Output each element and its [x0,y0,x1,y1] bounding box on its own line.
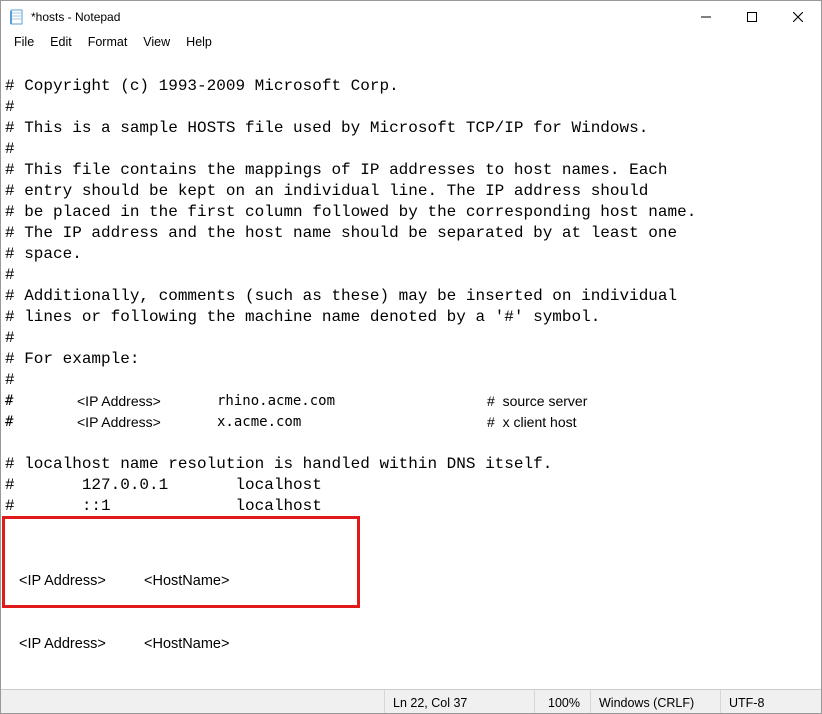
menu-help[interactable]: Help [179,34,219,51]
close-button[interactable] [775,1,821,33]
maximize-button[interactable] [729,1,775,33]
status-line-ending: Windows (CRLF) [591,690,721,713]
ip-placeholder: <IP Address> [19,571,144,592]
ip-placeholder: <IP Address> [19,634,144,655]
host-placeholder: <HostName> [144,634,229,655]
example-line: #<IP Address>rhino.acme.com# source serv… [5,391,817,412]
status-zoom: 100% [535,690,591,713]
text-line: # ::1 localhost [5,497,322,515]
highlight-box: <IP Address> <HostName> <IP Address> <Ho… [2,516,360,608]
text-editor[interactable]: # Copyright (c) 1993-2009 Microsoft Corp… [1,53,821,689]
text-line: # Copyright (c) 1993-2009 Microsoft Corp… [5,77,399,95]
title-bar: *hosts - Notepad [1,1,821,33]
text-line: # This file contains the mappings of IP … [5,161,668,179]
menu-edit[interactable]: Edit [43,34,79,51]
menu-bar: File Edit Format View Help [1,33,821,53]
text-line: # lines or following the machine name de… [5,308,600,326]
text-line: # localhost name resolution is handled w… [5,455,552,473]
minimize-button[interactable] [683,1,729,33]
text-line: # 127.0.0.1 localhost [5,476,322,494]
text-line: # [5,329,15,347]
host-entry-row: <IP Address> <HostName> [19,571,347,592]
example-line: #<IP Address>x.acme.com# x client host [5,412,817,433]
notepad-icon [9,9,25,25]
text-line: # For example: [5,350,139,368]
text-line: # Additionally, comments (such as these)… [5,287,677,305]
text-line: # This is a sample HOSTS file used by Mi… [5,119,648,137]
text-line: # space. [5,245,82,263]
status-bar: Ln 22, Col 37 100% Windows (CRLF) UTF-8 [1,689,821,713]
menu-view[interactable]: View [136,34,177,51]
status-position: Ln 22, Col 37 [385,690,535,713]
text-line: # [5,371,15,389]
host-entry-row: <IP Address> <HostName> [19,634,347,655]
text-line: # be placed in the first column followed… [5,203,696,221]
host-placeholder: <HostName> [144,571,229,592]
window-title: *hosts - Notepad [31,10,683,24]
menu-format[interactable]: Format [81,34,135,51]
text-line: # entry should be kept on an individual … [5,182,648,200]
status-encoding: UTF-8 [721,690,821,713]
text-line: # The IP address and the host name shoul… [5,224,677,242]
text-line: # [5,266,15,284]
text-line: # [5,140,15,158]
text-line: # [5,98,15,116]
menu-file[interactable]: File [7,34,41,51]
